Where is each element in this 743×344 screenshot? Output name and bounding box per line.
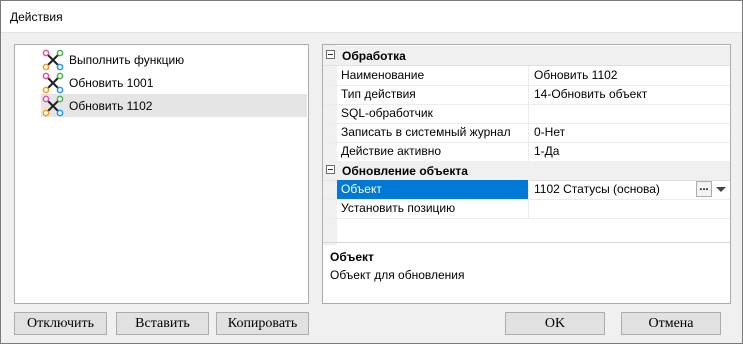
tree-item-execute-function[interactable]: Выполнить функцию bbox=[41, 48, 307, 71]
tree-item-label: Обновить 1001 bbox=[69, 75, 154, 90]
collapse-icon[interactable] bbox=[326, 50, 335, 59]
title-bar[interactable]: Действия bbox=[1, 1, 742, 33]
property-row[interactable]: SQL-обработчик bbox=[323, 104, 730, 124]
cancel-button[interactable]: Отмена bbox=[621, 312, 721, 335]
description-text: Объект для обновления bbox=[330, 268, 465, 282]
property-row[interactable]: Наименование Обновить 1102 bbox=[323, 66, 730, 86]
copy-button[interactable]: Копировать bbox=[216, 312, 309, 335]
chevron-down-icon[interactable] bbox=[716, 187, 726, 192]
category-object-update[interactable]: Обновление объекта bbox=[323, 161, 730, 181]
action-node-icon bbox=[41, 72, 65, 94]
category-label: Обработка bbox=[342, 49, 406, 63]
property-name: Записать в системный журнал bbox=[341, 125, 511, 139]
description-divider bbox=[323, 242, 730, 243]
window-title: Действия bbox=[10, 10, 63, 24]
property-value[interactable]: 1-Да bbox=[528, 142, 730, 161]
action-node-icon bbox=[41, 95, 65, 117]
ellipsis-button[interactable]: ... bbox=[696, 181, 712, 197]
dialog-window: Действия Выполнить функцию Обновить 1001… bbox=[0, 0, 743, 344]
property-value[interactable] bbox=[528, 104, 730, 123]
category-label: Обновление объекта bbox=[342, 164, 468, 178]
category-processing[interactable]: Обработка bbox=[323, 46, 730, 66]
property-value[interactable]: Обновить 1102 bbox=[528, 66, 730, 85]
property-row-selected[interactable]: Объект 1102 Статусы (основа) ... bbox=[323, 180, 730, 200]
property-grid[interactable]: Обработка Наименование Обновить 1102 Тип… bbox=[322, 44, 731, 304]
insert-button[interactable]: Вставить bbox=[116, 312, 209, 335]
property-name: Объект bbox=[337, 180, 528, 199]
property-name: Наименование bbox=[341, 68, 425, 82]
ok-button[interactable]: OK bbox=[505, 312, 605, 335]
description-title: Объект bbox=[330, 250, 374, 264]
tree-item-label: Выполнить функцию bbox=[69, 52, 185, 67]
property-row[interactable]: Действие активно 1-Да bbox=[323, 142, 730, 162]
property-name: Тип действия bbox=[341, 87, 416, 101]
tree-item-label: Обновить 1102 bbox=[69, 98, 153, 113]
property-row[interactable]: Записать в системный журнал 0-Нет bbox=[323, 123, 730, 143]
actions-tree[interactable]: Выполнить функцию Обновить 1001 Обновить… bbox=[14, 44, 309, 304]
property-value[interactable]: 0-Нет bbox=[528, 123, 730, 142]
property-row[interactable]: Установить позицию bbox=[323, 199, 730, 219]
property-value[interactable]: 14-Обновить объект bbox=[528, 85, 730, 104]
property-name: Действие активно bbox=[341, 144, 442, 158]
collapse-icon[interactable] bbox=[326, 165, 335, 174]
property-name: Установить позицию bbox=[341, 201, 456, 215]
action-node-icon bbox=[41, 49, 65, 71]
property-row[interactable]: Тип действия 14-Обновить объект bbox=[323, 85, 730, 105]
tree-item-update-1001[interactable]: Обновить 1001 bbox=[41, 71, 307, 94]
tree-item-update-1102[interactable]: Обновить 1102 bbox=[41, 94, 307, 117]
disable-button[interactable]: Отключить bbox=[14, 312, 107, 335]
property-value[interactable] bbox=[528, 199, 730, 218]
property-name: SQL-обработчик bbox=[341, 106, 433, 120]
